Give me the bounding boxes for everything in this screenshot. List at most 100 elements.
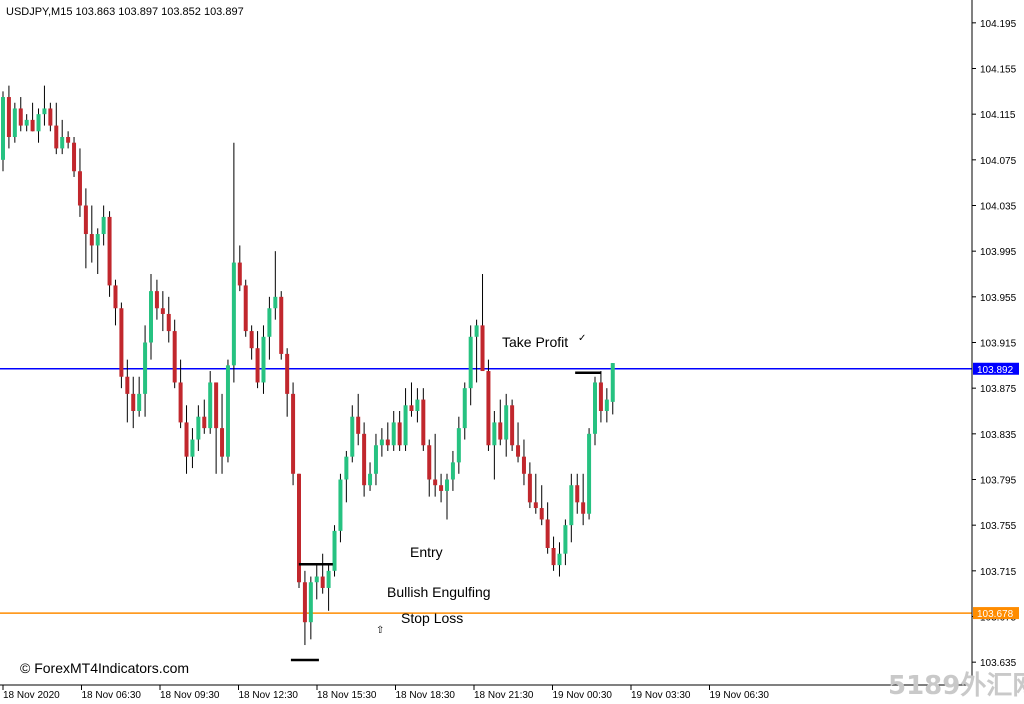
take-profit-check-mark: ✓ — [578, 333, 586, 344]
bull-candle-body — [326, 570, 331, 588]
bear-candle-body — [77, 171, 82, 206]
bear-candle-body — [516, 445, 521, 457]
bull-candle-body — [610, 363, 615, 402]
bear-candle-body — [202, 416, 207, 429]
candle — [107, 211, 112, 297]
stop-loss-arrow-mark: ⇧ — [376, 625, 384, 636]
bear-candle-body — [220, 428, 225, 457]
bull-candle-body — [190, 439, 195, 457]
bull-candle-body — [350, 416, 355, 457]
bear-candle-body — [397, 422, 402, 446]
bear-candle-body — [498, 422, 503, 440]
bull-candle-body — [267, 308, 272, 337]
time-tick-label: 19 Nov 00:30 — [553, 690, 613, 701]
bear-candle-body — [107, 216, 112, 286]
candle — [72, 137, 77, 177]
bull-candle-body — [450, 462, 455, 480]
time-tick-label: 19 Nov 03:30 — [631, 690, 691, 701]
bull-candle-body — [143, 342, 148, 394]
bear-candle-body — [433, 479, 438, 486]
bull-candle-body — [415, 399, 420, 411]
bull-candle-body — [391, 422, 396, 446]
bear-candle-body — [249, 331, 254, 349]
bear-candle-body — [551, 548, 556, 566]
stop-loss-label: Stop Loss — [401, 610, 463, 626]
bear-candle-body — [385, 439, 390, 446]
bull-candle-body — [604, 399, 609, 411]
bear-candle-body — [545, 519, 550, 548]
bear-candle-body — [279, 296, 284, 354]
price-tick-label: 103.795 — [980, 476, 1017, 487]
candle — [119, 302, 124, 389]
bear-candle-body — [598, 382, 603, 411]
bull-candle-body — [379, 439, 384, 446]
price-tick-label: 103.875 — [980, 384, 1017, 395]
bear-candle-body — [6, 97, 11, 137]
bear-candle-body — [30, 119, 35, 132]
time-tick-label: 18 Nov 18:30 — [396, 690, 456, 701]
candle — [486, 359, 491, 451]
candle — [243, 279, 248, 337]
bear-candle-body — [255, 348, 260, 383]
bear-candle-body — [527, 473, 532, 503]
bear-candle-body — [581, 502, 586, 514]
time-tick-label: 18 Nov 15:30 — [317, 690, 377, 701]
price-chart[interactable]: 104.195 104.155 104.115 104.075 104.035 103.9… — [0, 0, 1024, 704]
bull-candle-body — [137, 393, 142, 411]
bull-candle-body — [563, 525, 568, 554]
price-tick-label: 103.635 — [980, 658, 1017, 669]
bear-candle-body — [302, 582, 307, 623]
bull-candle-body — [36, 114, 41, 132]
bear-candle-body — [243, 285, 248, 332]
bull-candle-body — [338, 479, 343, 531]
bear-candle-body — [72, 142, 77, 172]
bear-candle-body — [214, 382, 219, 429]
watermark: 5189外汇网 — [888, 671, 1024, 701]
chart-header: USDJPY,M15 103.863 103.897 103.852 103.8… — [6, 6, 244, 18]
price-tick-label: 103.955 — [980, 293, 1017, 304]
price-tick-label: 103.755 — [980, 521, 1017, 532]
bull-candle-body — [308, 582, 313, 623]
time-tick-label: 18 Nov 12:30 — [239, 690, 299, 701]
bull-candle-body — [231, 262, 236, 366]
bull-candle-body — [314, 576, 319, 583]
time-tick-label: 18 Nov 09:30 — [160, 690, 220, 701]
candle — [1, 91, 5, 172]
bear-candle-body — [237, 262, 242, 286]
bear-candle-body — [521, 456, 526, 474]
bullish-engulfing-label: Bullish Engulfing — [387, 584, 491, 600]
bear-candle-body — [184, 422, 189, 457]
bull-candle-body — [557, 553, 562, 566]
bear-candle-body — [356, 416, 361, 434]
bull-candle-body — [462, 388, 467, 429]
bull-candle-body — [24, 119, 29, 126]
bull-candle-body — [468, 336, 473, 389]
bear-candle-body — [131, 393, 136, 411]
chart-background — [0, 0, 1024, 704]
bull-candle-body — [149, 291, 153, 343]
bear-candle-body — [18, 108, 23, 126]
price-tick-label: 103.995 — [980, 247, 1017, 258]
price-tick-label: 104.195 — [980, 19, 1017, 30]
bull-candle-body — [1, 97, 5, 160]
time-tick-label: 19 Nov 06:30 — [710, 690, 770, 701]
price-level-tag-text: 103.892 — [977, 365, 1014, 376]
bull-candle-body — [569, 485, 574, 526]
candle — [332, 525, 337, 577]
candle — [225, 359, 230, 463]
bull-candle-body — [456, 428, 461, 463]
price-tick-label: 104.155 — [980, 65, 1017, 76]
bear-candle-body — [427, 445, 432, 480]
bull-candle-body — [593, 382, 597, 434]
candle — [291, 382, 296, 486]
bull-candle-body — [368, 473, 373, 486]
bear-candle-body — [297, 473, 301, 583]
bear-candle-body — [66, 137, 71, 143]
copyright-text: © ForexMT4Indicators.com — [20, 660, 189, 676]
bull-candle-body — [403, 405, 408, 446]
time-tick-label: 18 Nov 21:30 — [474, 690, 534, 701]
bull-candle-body — [42, 108, 47, 115]
bear-candle-body — [320, 576, 325, 588]
price-tick-label: 103.915 — [980, 339, 1017, 350]
price-level-tag: 103.678 — [973, 607, 1019, 620]
